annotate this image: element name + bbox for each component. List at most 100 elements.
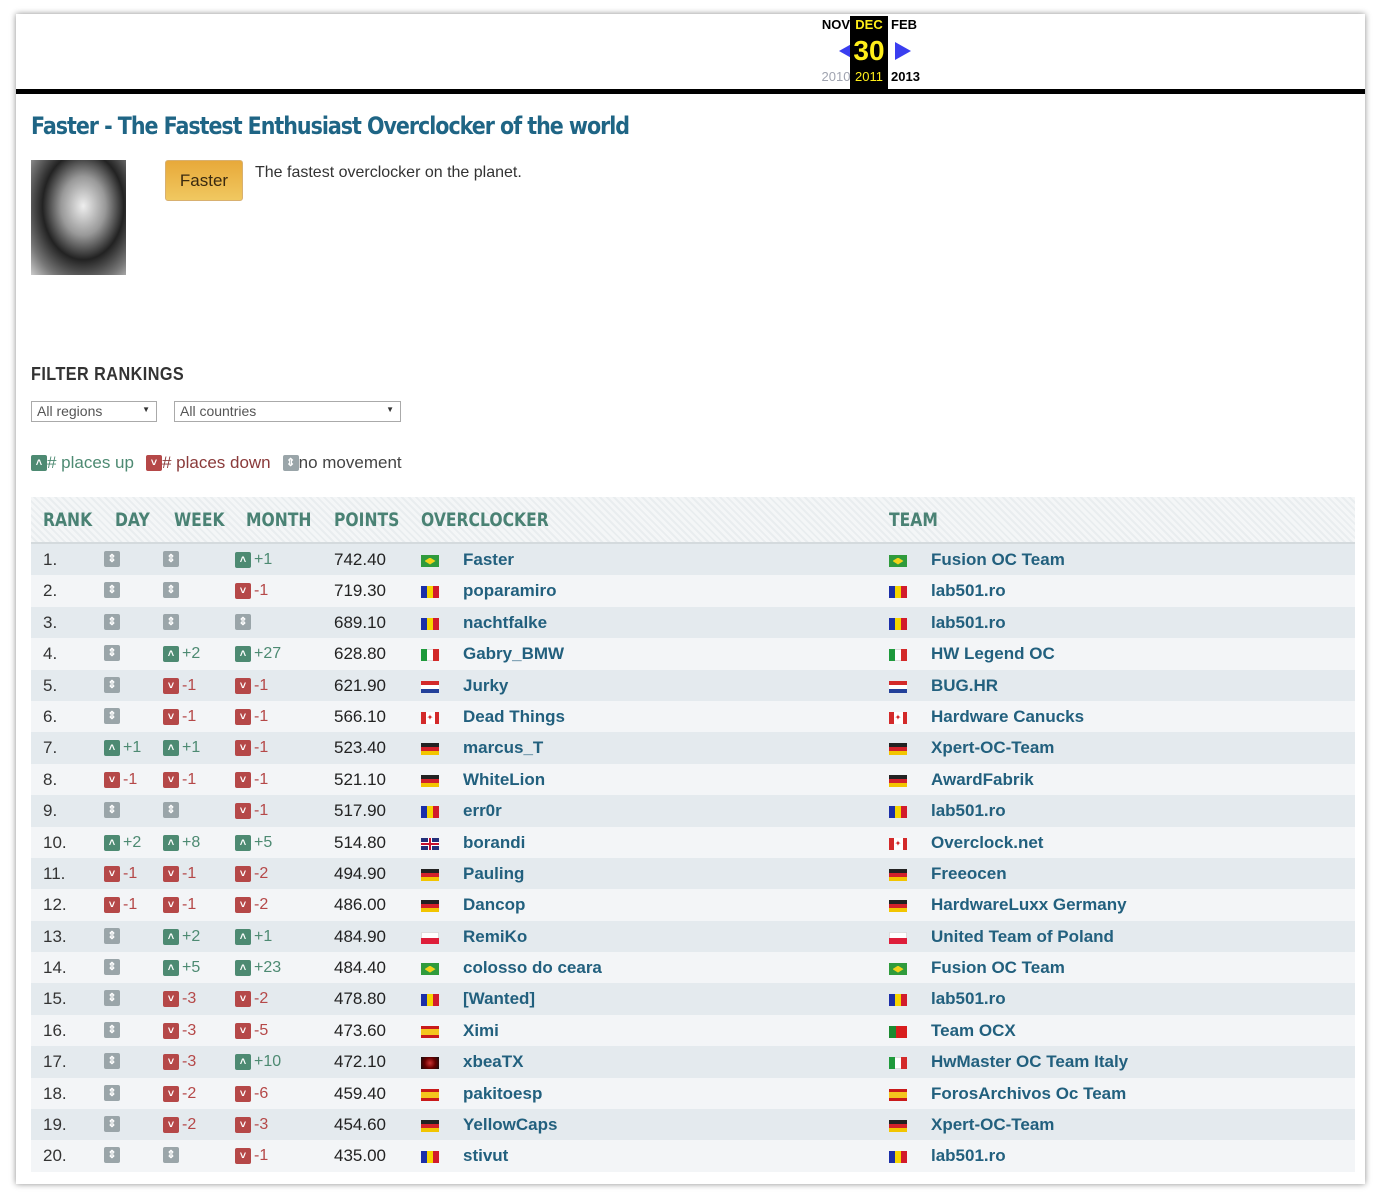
arrow-down-icon: ˅ (163, 1022, 179, 1039)
no-movement-icon: ⇕ (104, 551, 120, 567)
overclocker-link[interactable]: stivut (463, 1146, 508, 1166)
overclocker-link[interactable]: poparamiro (463, 581, 557, 601)
overclocker-link[interactable]: YellowCaps (463, 1115, 557, 1135)
week-change: ˄ +5 (163, 959, 200, 977)
overclocker-link[interactable]: Gabry_BMW (463, 644, 564, 664)
month-value: -2 (254, 896, 269, 914)
overclocker-link[interactable]: [Wanted] (463, 989, 535, 1009)
country-flag-icon (421, 806, 439, 819)
team-link[interactable]: HW Legend OC (931, 644, 1055, 664)
team-link[interactable]: HwMaster OC Team Italy (931, 1052, 1128, 1072)
points: 459.40 (334, 1083, 386, 1103)
current-year: 2011 (855, 69, 883, 84)
overclocker-link[interactable]: pakitoesp (463, 1084, 542, 1104)
team-link[interactable]: Fusion OC Team (931, 958, 1065, 978)
team-link[interactable]: lab501.ro (931, 989, 1006, 1009)
col-month[interactable]: MONTH (246, 509, 311, 531)
month-value: -1 (254, 707, 269, 725)
team-link[interactable]: lab501.ro (931, 801, 1006, 821)
month-value: +27 (254, 645, 282, 663)
table-row: 20. ⇕ ⇕ ˅ -1 435.00 stivut lab501.ro (31, 1140, 1355, 1172)
month-value: +10 (254, 1053, 282, 1071)
overclocker-link[interactable]: borandi (463, 833, 525, 853)
day-change: ⇕ (104, 927, 123, 944)
filter-heading: FILTER RANKINGS (31, 364, 185, 384)
day-change: ˄ +2 (104, 834, 141, 852)
overclocker-link[interactable]: Dead Things (463, 707, 565, 727)
team-link[interactable]: ForosArchivos Oc Team (931, 1084, 1126, 1104)
next-period[interactable]: FEB 2013 (891, 16, 931, 86)
day-change: ⇕ (104, 959, 123, 976)
country-flag-icon (421, 1088, 439, 1101)
day-change: ˅ -1 (104, 896, 137, 914)
next-month[interactable]: FEB (891, 16, 931, 34)
country-flag-icon (421, 586, 439, 599)
arrow-down-icon: ˅ (145, 455, 162, 471)
team-link[interactable]: lab501.ro (931, 1146, 1006, 1166)
team-link[interactable]: AwardFabrik (931, 770, 1034, 790)
col-overclocker[interactable]: OVERCLOCKER (421, 509, 549, 531)
col-points[interactable]: POINTS (334, 509, 399, 531)
overclocker-link[interactable]: Ximi (463, 1021, 499, 1041)
team-flag-icon (889, 1088, 907, 1101)
overclocker-link[interactable]: Jurky (463, 676, 508, 696)
month-value: -1 (254, 1147, 269, 1165)
team-link[interactable]: Fusion OC Team (931, 550, 1065, 570)
team-link[interactable]: Freeocen (931, 864, 1007, 884)
overclocker-link[interactable]: colosso do ceara (463, 958, 602, 978)
month-change: ˄ +5 (235, 834, 272, 852)
team-link[interactable]: Team OCX (931, 1021, 1016, 1041)
team-link[interactable]: United Team of Poland (931, 927, 1114, 947)
overclocker-link[interactable]: Faster (463, 550, 514, 570)
no-movement-icon: ⇕ (104, 1053, 120, 1070)
no-movement-icon: ⇕ (104, 707, 120, 724)
week-value: -2 (182, 1116, 197, 1134)
date-navigator: NOV 2010 DEC 30 2011 FEB 2013 (16, 14, 1365, 94)
team-link[interactable]: HardwareLuxx Germany (931, 895, 1127, 915)
overclocker-link[interactable]: RemiKo (463, 927, 527, 947)
overclocker-link[interactable]: marcus_T (463, 738, 543, 758)
team-link[interactable]: Hardware Canucks (931, 707, 1084, 727)
next-arrow-icon[interactable] (895, 42, 911, 60)
overclocker-link[interactable]: err0r (463, 801, 502, 821)
team-link[interactable]: Overclock.net (931, 833, 1043, 853)
overclocker-link[interactable]: Pauling (463, 864, 524, 884)
next-year[interactable]: 2013 (891, 68, 931, 86)
team-flag-icon (889, 1151, 907, 1164)
col-rank[interactable]: RANK (43, 509, 92, 531)
table-row: 12. ˅ -1 ˅ -1 ˅ -2 486.00 Dancop HardwareLuxx Ger… (31, 889, 1355, 921)
rank: 5. (43, 675, 58, 695)
week-change: ˄ +2 (163, 645, 200, 663)
day-change: ˅ -1 (104, 865, 137, 883)
points: 523.40 (334, 738, 386, 758)
col-week[interactable]: WEEK (174, 509, 225, 531)
overclocker-link[interactable]: xbeaTX (463, 1052, 523, 1072)
rankings-table: RANK DAY WEEK MONTH POINTS OVERCLOCKER T… (31, 497, 1355, 1172)
team-link[interactable]: BUG.HR (931, 676, 998, 696)
team-link[interactable]: lab501.ro (931, 613, 1006, 633)
day-value: +1 (123, 739, 142, 757)
team-flag-icon (889, 963, 907, 976)
month-value: -2 (254, 990, 269, 1008)
no-movement-icon: ⇕ (163, 582, 179, 599)
team-flag-icon (889, 680, 907, 693)
no-movement-icon: ⇕ (104, 990, 120, 1007)
arrow-down-icon: ˅ (235, 771, 251, 788)
table-header: RANK DAY WEEK MONTH POINTS OVERCLOCKER T… (31, 497, 1355, 544)
col-day[interactable]: DAY (115, 509, 150, 531)
month-change: ˅ -2 (235, 865, 268, 883)
col-team[interactable]: TEAM (889, 509, 938, 531)
team-link[interactable]: Xpert-OC-Team (931, 1115, 1054, 1135)
points: 689.10 (334, 612, 386, 632)
overclocker-link[interactable]: Dancop (463, 895, 525, 915)
arrow-up-icon: ˄ (31, 455, 47, 471)
week-change: ⇕ (163, 613, 182, 630)
team-link[interactable]: lab501.ro (931, 581, 1006, 601)
country-flag-icon (421, 649, 439, 662)
country-select[interactable]: All countries (174, 401, 401, 422)
overclocker-link[interactable]: WhiteLion (463, 770, 545, 790)
team-link[interactable]: Xpert-OC-Team (931, 738, 1054, 758)
region-select[interactable]: All regions (31, 401, 157, 422)
overclocker-link[interactable]: nachtfalke (463, 613, 547, 633)
arrow-up-icon: ˄ (163, 646, 179, 663)
